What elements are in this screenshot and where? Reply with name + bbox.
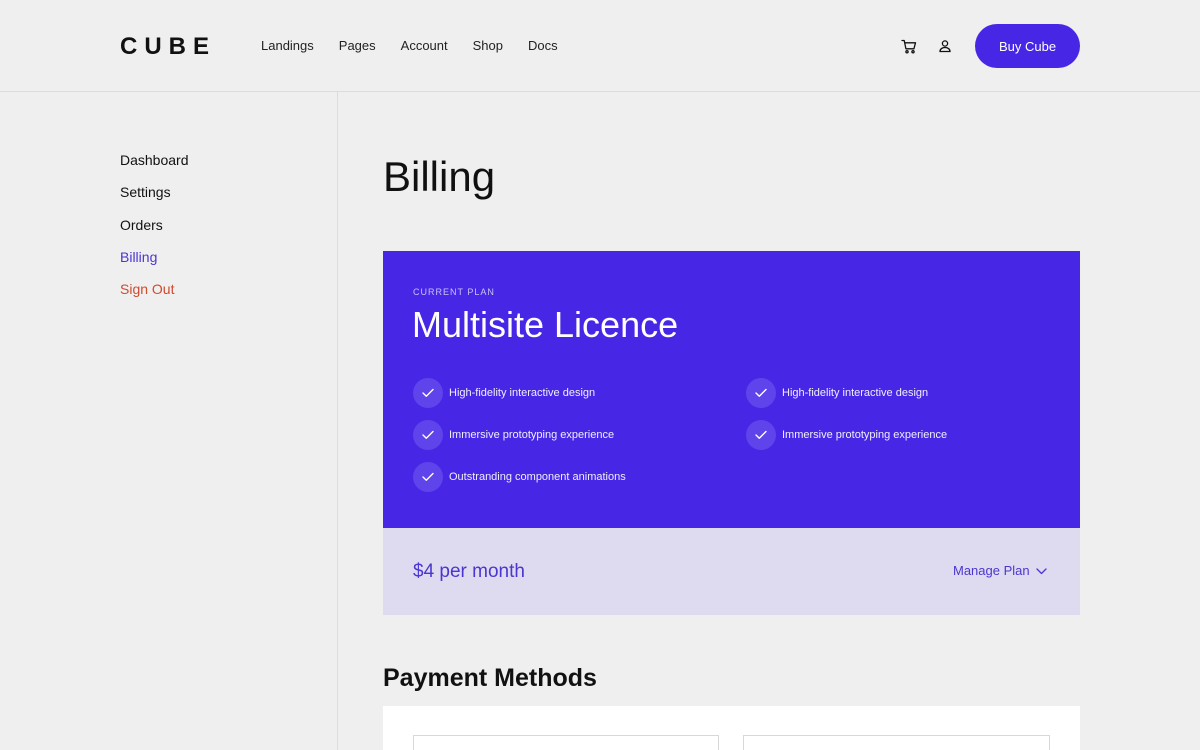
nav-docs[interactable]: Docs xyxy=(528,37,558,55)
plan-feature-text: Outstranding component animations xyxy=(449,471,626,483)
plan-feature-text: High-fidelity interactive design xyxy=(782,387,929,399)
manage-plan-label: Manage Plan xyxy=(953,563,1030,578)
plan-feature: High-fidelity interactive design xyxy=(746,378,928,408)
plan-feature-text: High-fidelity interactive design xyxy=(449,387,596,399)
user-icon[interactable] xyxy=(935,36,955,56)
check-icon xyxy=(746,378,776,408)
plan-feature-text: Immersive prototyping experience xyxy=(782,429,948,441)
chevron-down-icon xyxy=(1035,567,1047,574)
top-header: CUBE Landings Pages Account Shop Docs Bu… xyxy=(0,0,1200,92)
sidebar-item-sign-out[interactable]: Sign Out xyxy=(120,280,189,312)
sidebar-divider xyxy=(337,92,338,750)
cart-icon[interactable] xyxy=(899,36,919,56)
sidebar-item-settings[interactable]: Settings xyxy=(120,183,189,215)
plan-label: CURRENT PLAN xyxy=(413,287,495,297)
check-icon xyxy=(413,462,443,492)
plan-feature: Immersive prototyping experience xyxy=(746,420,947,450)
account-sidebar: Dashboard Settings Orders Billing Sign O… xyxy=(120,151,189,312)
sidebar-item-billing[interactable]: Billing xyxy=(120,248,189,280)
payment-methods-panel xyxy=(383,706,1080,750)
logo[interactable]: CUBE xyxy=(120,33,216,61)
buy-cube-button[interactable]: Buy Cube xyxy=(975,24,1080,68)
nav-pages[interactable]: Pages xyxy=(339,37,376,55)
sidebar-item-orders[interactable]: Orders xyxy=(120,216,189,248)
nav-shop[interactable]: Shop xyxy=(473,37,503,55)
plan-feature-text: Immersive prototyping experience xyxy=(449,429,615,441)
payment-methods-title: Payment Methods xyxy=(383,664,597,692)
page-title: Billing xyxy=(383,153,496,200)
plan-feature: Immersive prototyping experience xyxy=(413,420,614,450)
sidebar-item-dashboard[interactable]: Dashboard xyxy=(120,151,189,183)
main-nav: Landings Pages Account Shop Docs xyxy=(261,37,583,55)
nav-account[interactable]: Account xyxy=(401,37,448,55)
plan-feature: Outstranding component animations xyxy=(413,462,626,492)
current-plan-card: CURRENT PLAN Multisite Licence High-fide… xyxy=(383,251,1080,528)
plan-feature: High-fidelity interactive design xyxy=(413,378,595,408)
plan-name: Multisite Licence xyxy=(412,304,679,345)
check-icon xyxy=(746,420,776,450)
nav-landings[interactable]: Landings xyxy=(261,37,314,55)
plan-price-bar: $4 per month Manage Plan xyxy=(383,528,1080,615)
check-icon xyxy=(413,420,443,450)
payment-method-card[interactable] xyxy=(743,735,1050,750)
check-icon xyxy=(413,378,443,408)
manage-plan-dropdown[interactable]: Manage Plan xyxy=(953,563,1047,579)
plan-price: $4 per month xyxy=(413,561,525,582)
payment-method-card[interactable] xyxy=(413,735,719,750)
